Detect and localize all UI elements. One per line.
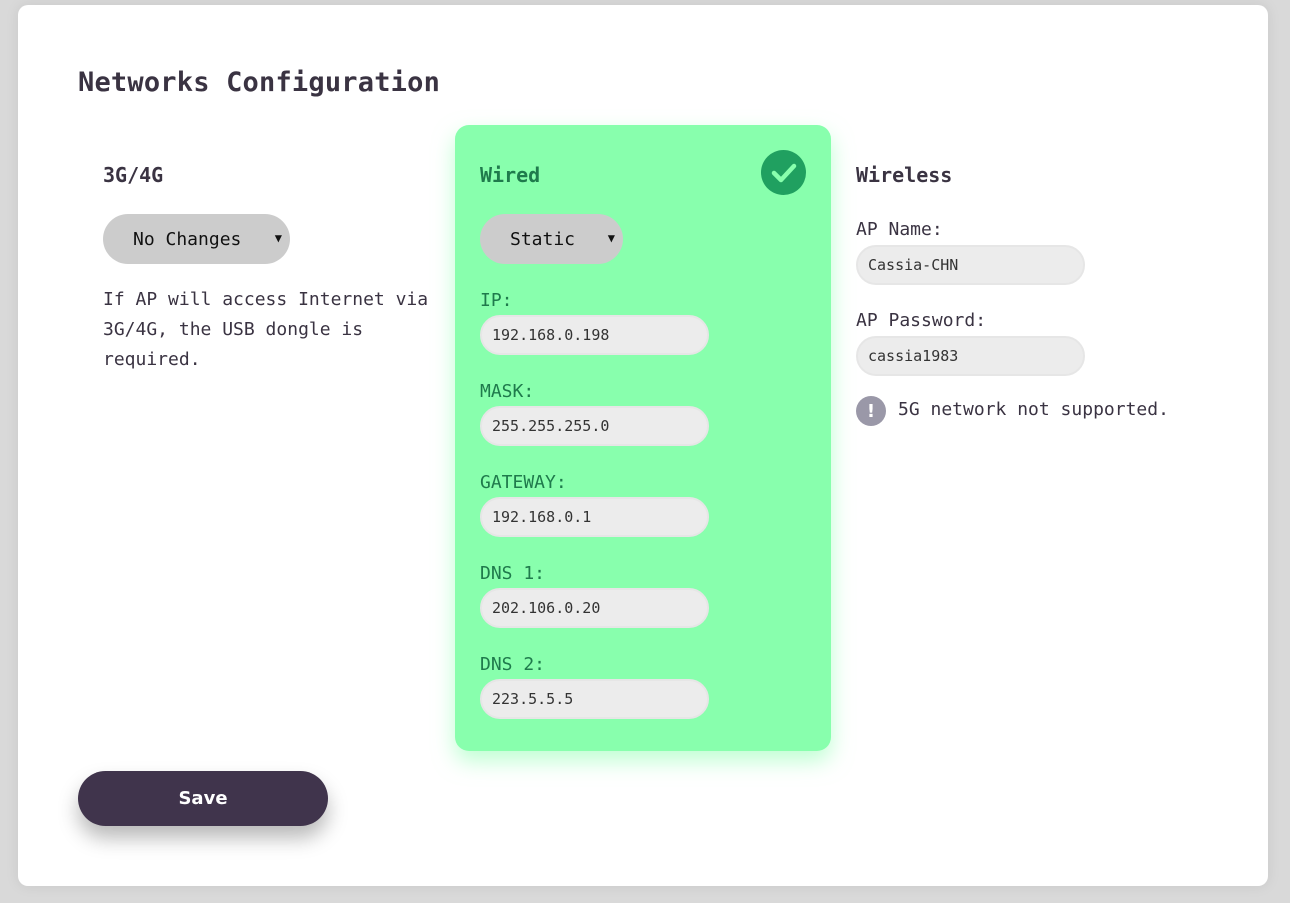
mask-input[interactable] — [480, 406, 709, 446]
save-button[interactable]: Save — [78, 771, 328, 826]
dns1-label: DNS 1: — [480, 563, 546, 584]
wired-heading: Wired — [480, 163, 541, 187]
wired-mode-value: Static — [510, 228, 576, 250]
ip-input[interactable] — [480, 315, 709, 355]
cellular-heading: 3G/4G — [103, 163, 164, 187]
ap-password-input[interactable] — [856, 336, 1085, 376]
exclamation-circle-icon: ! — [856, 396, 886, 426]
config-card: Networks Configuration 3G/4G No Changes … — [18, 5, 1268, 886]
ap-name-label: AP Name: — [856, 219, 943, 240]
check-circle-icon — [761, 150, 806, 195]
wireless-heading: Wireless — [856, 163, 953, 187]
page-title: Networks Configuration — [78, 67, 441, 98]
dns1-input[interactable] — [480, 588, 709, 628]
gateway-input[interactable] — [480, 497, 709, 537]
ip-label: IP: — [480, 290, 513, 311]
wireless-notice: 5G network not supported. — [898, 399, 1169, 420]
wired-panel[interactable]: Wired Static ▼ IP: MASK: GATEWAY: DNS 1:… — [455, 125, 831, 751]
chevron-down-icon: ▼ — [274, 231, 282, 245]
ap-password-label: AP Password: — [856, 310, 987, 331]
cellular-mode-select[interactable]: No Changes ▼ — [103, 214, 290, 264]
dns2-input[interactable] — [480, 679, 709, 719]
ap-name-input[interactable] — [856, 245, 1085, 285]
mask-label: MASK: — [480, 381, 535, 402]
gateway-label: GATEWAY: — [480, 472, 567, 493]
cellular-help-text: If AP will access Internet via 3G/4G, th… — [103, 289, 429, 370]
dns2-label: DNS 2: — [480, 654, 546, 675]
cellular-mode-value: No Changes — [133, 228, 242, 250]
wired-mode-select[interactable]: Static ▼ — [480, 214, 623, 264]
chevron-down-icon: ▼ — [607, 231, 615, 245]
